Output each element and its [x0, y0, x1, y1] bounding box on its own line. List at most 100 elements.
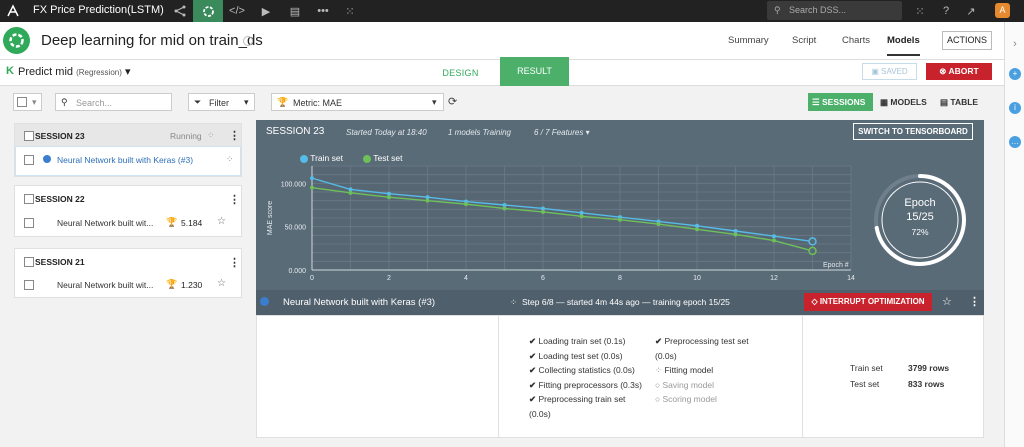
y-tick-label: 100.000 — [281, 181, 306, 188]
data-point-train — [541, 206, 545, 211]
top-navbar: FX Price Prediction(LSTM) </> ▶ ▤ ••• ⁙ … — [0, 0, 1024, 22]
star-icon[interactable]: ☆ — [217, 278, 226, 289]
tab-charts[interactable]: Charts — [842, 35, 870, 46]
search-icon: ⚲ — [774, 5, 781, 15]
step-label: Loading train set (0.1s) — [538, 336, 626, 346]
select-all-dropdown[interactable]: ▾ — [13, 93, 42, 111]
session-card[interactable]: SESSION 22 ⋮ Neural Network built wit...… — [14, 185, 242, 237]
model-checkbox[interactable] — [24, 218, 34, 228]
data-point-test — [733, 232, 738, 237]
data-point-test — [502, 206, 507, 211]
filter-icon: ⏷ — [194, 97, 202, 107]
flow-icon[interactable] — [171, 2, 189, 20]
y-tick-label: 50.000 — [285, 225, 307, 232]
chevron-right-icon[interactable]: › — [1009, 38, 1021, 50]
session-title: SESSION 21 — [35, 257, 85, 267]
model-name[interactable]: Neural Network built wit... — [57, 280, 153, 290]
interrupt-optimization-button[interactable]: ◇ INTERRUPT OPTIMIZATION — [804, 293, 932, 311]
models-view-button[interactable]: ▦ MODELS — [876, 93, 931, 111]
x-tick-label: 6 — [541, 275, 545, 282]
printer-icon[interactable]: ▤ — [286, 2, 304, 20]
training-step: ✔ Fitting preprocessors (0.3s) — [529, 380, 642, 391]
x-axis-label: Epoch # — [823, 262, 849, 269]
step-label: Fitting model — [664, 365, 714, 375]
more-vert-icon[interactable]: ⋮ — [229, 256, 240, 269]
add-icon[interactable]: + — [1009, 68, 1021, 80]
step-label: Preprocessing test set — [664, 336, 749, 346]
refresh-icon[interactable]: ⟳ — [448, 95, 457, 108]
spinner-icon: ⁘ — [207, 130, 215, 140]
model-name[interactable]: Neural Network built with Keras (#3) — [57, 155, 193, 165]
step-label: (0.0s) — [655, 350, 677, 361]
more-vert-icon[interactable]: ⋮ — [229, 193, 240, 206]
data-point-train — [425, 195, 430, 200]
tab-models[interactable]: Models — [887, 35, 920, 56]
more-vert-icon[interactable]: ⋮ — [969, 295, 980, 308]
dataiku-logo-icon[interactable] — [6, 4, 20, 18]
step-label: Collecting statistics (0.0s) — [538, 365, 635, 375]
ml-lab-icon[interactable] — [193, 0, 223, 22]
more-icon[interactable]: ••• — [314, 2, 332, 20]
target-k-icon: K — [6, 65, 14, 77]
model-search-input[interactable]: ⚲ Search... — [55, 93, 172, 111]
training-step: ○ Saving model — [655, 380, 714, 390]
chat-icon[interactable]: … — [1009, 136, 1021, 148]
trophy-icon: 🏆 — [277, 97, 289, 107]
model-checkbox[interactable] — [24, 155, 34, 165]
play-icon[interactable]: ▶ — [257, 2, 275, 20]
step-label: Scoring model — [662, 394, 717, 404]
tab-design[interactable]: DESIGN — [413, 60, 508, 86]
star-icon[interactable]: ☆ — [217, 216, 226, 227]
apps-grid-icon[interactable]: ⁙ — [911, 2, 929, 20]
caret-down-icon: ▾ — [32, 97, 37, 107]
model-name[interactable]: Neural Network built wit... — [57, 218, 153, 228]
session-card[interactable]: SESSION 21 ⋮ Neural Network built wit...… — [14, 248, 242, 298]
x-tick-label: 2 — [387, 275, 391, 282]
session-title: SESSION 22 — [35, 194, 85, 204]
data-point-test — [618, 217, 622, 222]
project-name[interactable]: FX Price Prediction(LSTM) — [33, 4, 164, 16]
info-icon[interactable]: i — [1009, 102, 1021, 114]
user-avatar[interactable]: A — [995, 3, 1010, 18]
model-checkbox[interactable] — [24, 280, 34, 290]
metric-select[interactable]: 🏆 Metric: MAE ▾ — [271, 93, 444, 111]
tab-summary[interactable]: Summary — [728, 35, 769, 46]
edit-title-icon[interactable] — [243, 36, 253, 46]
session-card[interactable]: SESSION 23 Running ⁘ ⋮ Neural Network bu… — [14, 123, 242, 177]
divider — [802, 316, 803, 437]
session-checkbox[interactable] — [24, 194, 34, 204]
grid-icon[interactable]: ⁙ — [341, 2, 359, 20]
help-icon[interactable]: ? — [937, 2, 955, 20]
data-point-train — [348, 187, 353, 192]
predict-target[interactable]: Predict mid (Regression) ▾ — [18, 65, 130, 78]
step-label: Saving model — [662, 379, 715, 390]
right-sidebar: › + i … — [1004, 22, 1024, 447]
session-checkbox[interactable] — [24, 257, 34, 267]
data-point-test — [656, 222, 661, 227]
star-icon[interactable]: ☆ — [942, 295, 952, 308]
code-icon[interactable]: </> — [228, 2, 246, 20]
x-tick-label: 12 — [770, 275, 778, 282]
select-all-checkbox[interactable] — [17, 97, 27, 107]
actions-button[interactable]: ACTIONS — [942, 31, 992, 50]
save-icon: ▣ — [871, 67, 879, 76]
sessions-view-button[interactable]: ☰ SESSIONS — [808, 93, 873, 111]
analysis-subheader: K Predict mid (Regression) ▾ DESIGN RESU… — [0, 57, 1004, 86]
spinner-icon: ⁘ — [510, 297, 518, 307]
saved-button[interactable]: ▣ SAVED — [862, 63, 917, 80]
test-set-label: Test set — [850, 379, 880, 389]
tab-result[interactable]: RESULT — [500, 57, 569, 86]
data-point-train — [387, 191, 391, 196]
abort-button[interactable]: ⊗ ABORT — [926, 63, 992, 80]
more-vert-icon[interactable]: ⋮ — [229, 129, 240, 142]
activity-icon[interactable]: ↗ — [962, 2, 980, 20]
table-icon: ▤ — [940, 97, 949, 107]
trophy-icon: 🏆 — [166, 279, 178, 289]
tab-script[interactable]: Script — [792, 35, 816, 46]
session-checkbox[interactable] — [24, 131, 34, 141]
data-point-test — [310, 185, 314, 190]
global-search-input[interactable]: ⚲ Search DSS... — [767, 1, 902, 20]
table-view-button[interactable]: ▤ TABLE — [936, 93, 986, 111]
filter-dropdown[interactable]: ⏷ Filter ▾ — [188, 93, 255, 111]
session-status: Running — [170, 131, 202, 141]
